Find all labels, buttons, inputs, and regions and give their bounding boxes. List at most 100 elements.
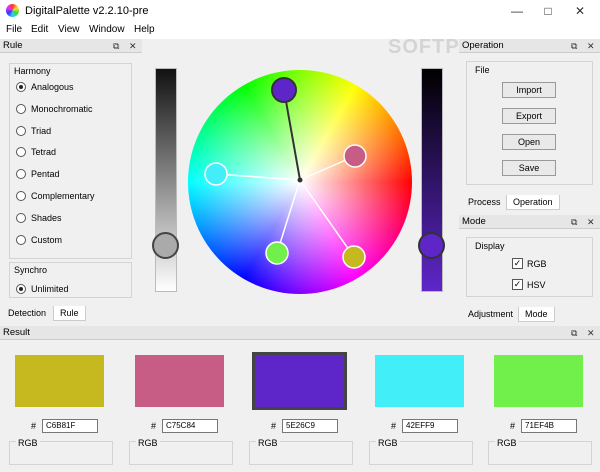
menu-view[interactable]: View (58, 24, 80, 35)
rgb-checkbox[interactable]: ✓ RGB (512, 258, 547, 269)
radio-pentad[interactable]: Pentad (16, 167, 60, 181)
float-icon[interactable]: ⧉ (571, 40, 577, 52)
close-button[interactable]: ✕ (565, 2, 595, 20)
rgb-label: RGB (376, 438, 400, 448)
import-button[interactable]: Import (502, 82, 556, 98)
harmony-point[interactable] (265, 241, 289, 265)
tab-process[interactable]: Process (462, 195, 507, 210)
menu-file[interactable]: File (6, 24, 22, 35)
radio-icon[interactable] (16, 82, 26, 92)
rgb-label: RGB (495, 438, 519, 448)
tab-operation[interactable]: Operation (506, 195, 560, 210)
tab-mode[interactable]: Mode (518, 307, 555, 322)
checkbox-label: HSV (527, 279, 546, 290)
radio-icon[interactable] (16, 212, 26, 223)
rule-panel-header: Rule (0, 39, 142, 53)
tab-adjustment[interactable]: Adjustment (462, 307, 519, 322)
radio-icon[interactable] (16, 103, 26, 114)
hash-label: # (510, 421, 516, 431)
menu-edit[interactable]: Edit (31, 24, 48, 35)
harmony-point-primary[interactable] (271, 77, 297, 103)
color-swatch[interactable] (15, 355, 104, 407)
color-value-slider-handle[interactable] (418, 232, 445, 259)
tab-rule[interactable]: Rule (53, 306, 86, 321)
rgb-label: RGB (136, 438, 160, 448)
float-icon[interactable]: ⧉ (571, 327, 577, 339)
checkbox-label: RGB (527, 258, 547, 269)
operation-panel-header: Operation (459, 39, 600, 53)
save-button[interactable]: Save (502, 160, 556, 176)
panel-title: Rule (3, 40, 23, 51)
file-label: File (475, 65, 490, 75)
radio-label: Pentad (31, 169, 60, 180)
radio-custom[interactable]: Custom (16, 233, 62, 247)
radio-icon[interactable] (16, 147, 26, 158)
check-icon[interactable]: ✓ (512, 258, 523, 269)
maximize-button[interactable]: □ (533, 2, 563, 20)
hash-label: # (271, 421, 277, 431)
result-panel-header: Result (0, 326, 600, 340)
radio-icon[interactable] (16, 191, 26, 201)
harmony-point[interactable] (204, 162, 228, 186)
window-title: DigitalPalette v2.2.10-pre (25, 5, 149, 17)
display-label: Display (475, 241, 505, 251)
hsv-checkbox[interactable]: ✓ HSV (512, 279, 546, 290)
radio-analogous[interactable]: Analogous (16, 80, 74, 94)
radio-icon[interactable] (16, 169, 26, 180)
float-icon[interactable]: ⧉ (571, 216, 577, 228)
color-swatch[interactable] (252, 352, 347, 410)
radio-monochromatic[interactable]: Monochromatic (16, 102, 93, 116)
close-icon[interactable]: ✕ (587, 327, 595, 339)
panel-title: Operation (462, 40, 504, 51)
radio-icon[interactable] (16, 234, 26, 245)
rgb-label: RGB (256, 438, 280, 448)
hex-input[interactable]: 5E26C9 (282, 419, 338, 433)
radio-complementary[interactable]: Complementary (16, 189, 95, 203)
radio-icon[interactable] (16, 284, 26, 294)
radio-label: Analogous (31, 82, 74, 92)
app-logo-icon (6, 4, 19, 17)
hex-input[interactable]: 42EFF9 (402, 419, 458, 433)
color-swatch[interactable] (135, 355, 224, 407)
radio-unlimited[interactable]: Unlimited (16, 282, 69, 296)
rgb-label: RGB (16, 438, 40, 448)
radio-shades[interactable]: Shades (16, 211, 62, 225)
radio-label: Tetrad (31, 147, 57, 158)
radio-label: Complementary (31, 191, 95, 201)
color-swatch[interactable] (494, 355, 583, 407)
check-icon[interactable]: ✓ (512, 279, 523, 290)
radio-tetrad[interactable]: Tetrad (16, 145, 56, 159)
color-wheel[interactable] (185, 67, 415, 297)
mode-panel-header: Mode (459, 215, 600, 229)
close-icon[interactable]: ✕ (587, 216, 595, 228)
radio-triad[interactable]: Triad (16, 124, 51, 138)
hex-input[interactable]: C6B81F (42, 419, 98, 433)
panel-title: Mode (462, 216, 486, 227)
hash-label: # (151, 421, 157, 431)
color-swatch[interactable] (375, 355, 464, 407)
hex-input[interactable]: C75C84 (162, 419, 218, 433)
radio-label: Triad (31, 125, 52, 136)
minimize-button[interactable]: — (502, 2, 532, 20)
close-icon[interactable]: ✕ (129, 40, 137, 52)
synchro-label: Synchro (14, 265, 48, 275)
hash-label: # (31, 421, 37, 431)
wheel-center-dot (297, 177, 303, 183)
menu-help[interactable]: Help (134, 24, 155, 35)
float-icon[interactable]: ⧉ (113, 40, 119, 52)
radio-label: Monochromatic (31, 103, 93, 114)
hex-input[interactable]: 71EF4B (521, 419, 577, 433)
harmony-label: Harmony (14, 66, 51, 76)
open-button[interactable]: Open (502, 134, 556, 150)
export-button[interactable]: Export (502, 108, 556, 124)
panel-title: Result (3, 327, 30, 338)
tab-detection[interactable]: Detection (2, 306, 52, 321)
hash-label: # (391, 421, 397, 431)
menu-window[interactable]: Window (89, 24, 125, 35)
radio-icon[interactable] (16, 125, 26, 136)
harmony-point[interactable] (342, 245, 366, 269)
radio-label: Unlimited (31, 284, 69, 294)
harmony-point[interactable] (343, 144, 367, 168)
brightness-slider-handle[interactable] (152, 232, 179, 259)
close-icon[interactable]: ✕ (587, 40, 595, 52)
